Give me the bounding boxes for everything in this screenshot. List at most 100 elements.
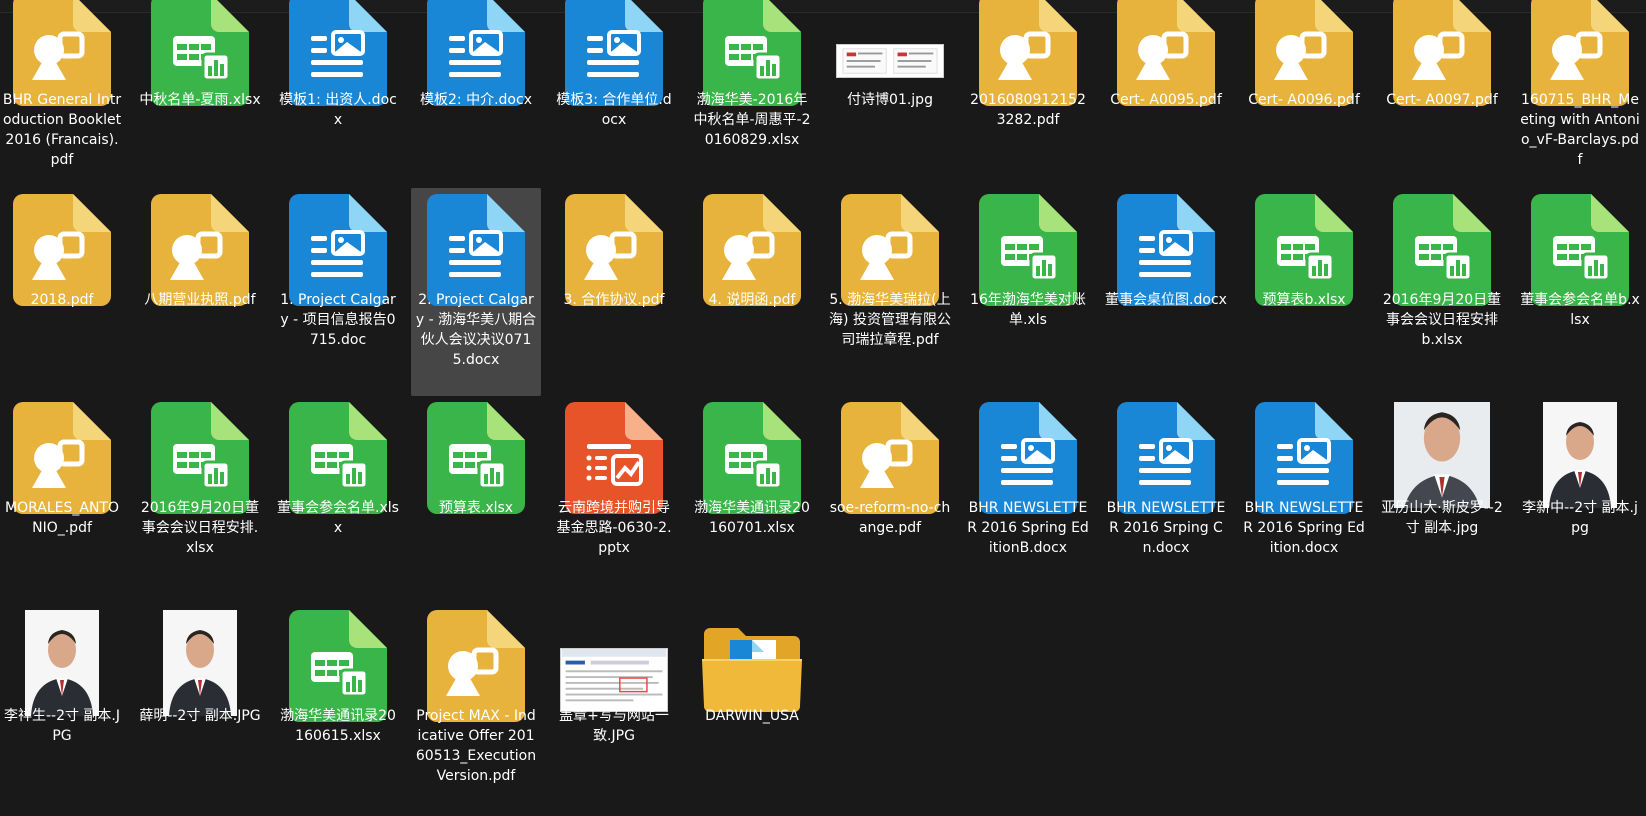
file-item[interactable]: 1. Project Calgary - 项目信息报告0715.doc xyxy=(273,188,403,396)
spreadsheet-file-icon xyxy=(273,390,403,514)
file-name-label: Project MAX - Indicative Offer 20160513_… xyxy=(415,708,537,784)
file-item[interactable]: 盖章+写与网站一致.JPG xyxy=(549,604,679,812)
file-name-label: 董事会桌位图.docx xyxy=(1105,292,1227,308)
file-name-label: 预算表b.xlsx xyxy=(1262,292,1346,308)
file-name-label: BHR NEWSLETTER 2016 Srping Cn.docx xyxy=(1106,500,1226,556)
document-file-icon xyxy=(1101,182,1231,306)
file-item[interactable]: 中秋名单-夏雨.xlsx xyxy=(135,0,265,208)
file-name-label: 模板2: 中介.docx xyxy=(420,92,532,108)
file-item[interactable]: 2. Project Calgary - 渤海华美八期合伙人会议决议0715.d… xyxy=(411,188,541,396)
file-name-label: 2016年9月20日董事会会议日程安排.xlsx xyxy=(140,500,260,556)
file-name-label: 薛明--2寸 副本.JPG xyxy=(139,708,261,724)
file-item[interactable]: 4. 说明函.pdf xyxy=(687,188,817,396)
portrait-photo-icon xyxy=(1515,390,1645,514)
file-item[interactable]: 模板3: 合作单位.docx xyxy=(549,0,679,208)
file-item[interactable]: BHR General Introduction Booklet 2016 (F… xyxy=(0,0,127,208)
file-name-label: 李祥生--2寸 副本.JPG xyxy=(3,708,121,744)
file-item[interactable]: 2016年9月20日董事会会议日程安排b.xlsx xyxy=(1377,188,1507,396)
portrait-photo-icon xyxy=(0,598,127,722)
file-name-label: 2016年9月20日董事会会议日程安排b.xlsx xyxy=(1382,292,1502,348)
spreadsheet-file-icon xyxy=(1515,182,1645,306)
file-name-label: 付诗博01.jpg xyxy=(847,92,933,108)
file-item[interactable]: Cert- A0097.pdf xyxy=(1377,0,1507,208)
file-name-label: soe-reform-no-change.pdf xyxy=(829,500,951,536)
pdf-file-icon xyxy=(825,390,955,514)
file-item[interactable]: 薛明--2寸 副本.JPG xyxy=(135,604,265,812)
document-file-icon xyxy=(963,390,1093,514)
file-item[interactable]: 160715_BHR_Meeting with Antonio_vF-Barcl… xyxy=(1515,0,1645,208)
file-item[interactable]: 渤海华美通讯录20160701.xlsx xyxy=(687,396,817,604)
file-item[interactable]: 亚历山大·斯皮罗--2寸 副本.jpg xyxy=(1377,396,1507,604)
file-item[interactable]: 渤海华美-2016年中秋名单-周惠平-20160829.xlsx xyxy=(687,0,817,208)
file-name-label: BHR General Introduction Booklet 2016 (F… xyxy=(2,92,122,168)
spreadsheet-file-icon xyxy=(135,390,265,514)
file-name-label: Cert- A0096.pdf xyxy=(1248,92,1360,108)
file-name-label: 董事会参会名单b.xlsx xyxy=(1520,292,1640,328)
file-name-label: 模板3: 合作单位.docx xyxy=(556,92,672,128)
file-name-label: 中秋名单-夏雨.xlsx xyxy=(139,92,261,108)
file-name-label: Cert- A0097.pdf xyxy=(1386,92,1498,108)
file-name-label: BHR NEWSLETTER 2016 Spring Edition.docx xyxy=(1243,500,1365,556)
file-name-label: 4. 说明函.pdf xyxy=(708,292,796,308)
portrait-photo-icon xyxy=(1377,390,1507,514)
file-name-label: 董事会参会名单.xlsx xyxy=(277,500,399,536)
file-name-label: 16年渤海华美对账单.xls xyxy=(970,292,1086,328)
file-item[interactable]: 3. 合作协议.pdf xyxy=(549,188,679,396)
file-name-label: BHR NEWSLETTER 2016 Spring EditionB.docx xyxy=(967,500,1089,556)
file-name-label: 渤海华美通讯录20160615.xlsx xyxy=(280,708,396,744)
pdf-file-icon xyxy=(0,182,127,306)
file-item[interactable]: 李新中--2寸 副本.jpg xyxy=(1515,396,1645,604)
file-item[interactable]: 20160809121523282.pdf xyxy=(963,0,1093,208)
file-name-label: 云南跨境并购引导基金思路-0630-2.pptx xyxy=(556,500,672,556)
file-name-label: 模板1: 出资人.docx xyxy=(279,92,397,128)
file-item[interactable]: 八期营业执照.pdf xyxy=(135,188,265,396)
file-item[interactable]: 预算表b.xlsx xyxy=(1239,188,1369,396)
file-item[interactable]: 16年渤海华美对账单.xls xyxy=(963,188,1093,396)
pdf-file-icon xyxy=(411,598,541,722)
file-item[interactable]: 渤海华美通讯录20160615.xlsx xyxy=(273,604,403,812)
file-item[interactable]: 付诗博01.jpg xyxy=(825,0,955,208)
file-name-label: 预算表.xlsx xyxy=(438,500,514,516)
file-item[interactable]: Cert- A0095.pdf xyxy=(1101,0,1231,208)
file-item[interactable]: Project MAX - Indicative Offer 20160513_… xyxy=(411,604,541,812)
file-item[interactable]: 董事会参会名单.xlsx xyxy=(273,396,403,604)
file-item[interactable]: soe-reform-no-change.pdf xyxy=(825,396,955,604)
file-name-label: 八期营业执照.pdf xyxy=(144,292,256,308)
folder-icon xyxy=(687,598,817,722)
document-file-icon xyxy=(1101,390,1231,514)
document-file-icon xyxy=(273,182,403,306)
file-name-label: MORALES_ANTONIO_.pdf xyxy=(5,500,119,536)
file-item[interactable]: BHR NEWSLETTER 2016 Spring Edition.docx xyxy=(1239,396,1369,604)
file-item[interactable]: MORALES_ANTONIO_.pdf xyxy=(0,396,127,604)
file-item[interactable]: BHR NEWSLETTER 2016 Srping Cn.docx xyxy=(1101,396,1231,604)
screenshot-thumbnail-icon xyxy=(549,598,679,722)
file-item[interactable]: 李祥生--2寸 副本.JPG xyxy=(0,604,127,812)
document-file-icon xyxy=(411,182,541,306)
portrait-photo-icon xyxy=(135,598,265,722)
spreadsheet-file-icon xyxy=(1239,182,1369,306)
document-file-icon xyxy=(1239,390,1369,514)
spreadsheet-file-icon xyxy=(1377,182,1507,306)
file-item[interactable]: 模板1: 出资人.docx xyxy=(273,0,403,208)
file-item[interactable]: 预算表.xlsx xyxy=(411,396,541,604)
file-item[interactable]: 董事会参会名单b.xlsx xyxy=(1515,188,1645,396)
pdf-file-icon xyxy=(135,182,265,306)
file-item[interactable]: 2016年9月20日董事会会议日程安排.xlsx xyxy=(135,396,265,604)
file-name-label: 李新中--2寸 副本.jpg xyxy=(1522,500,1638,536)
file-item[interactable]: 云南跨境并购引导基金思路-0630-2.pptx xyxy=(549,396,679,604)
file-item[interactable]: 5. 渤海华美瑞拉(上海) 投资管理有限公司瑞拉章程.pdf xyxy=(825,188,955,396)
file-name-label: 1. Project Calgary - 项目信息报告0715.doc xyxy=(280,292,396,348)
pdf-file-icon xyxy=(825,182,955,306)
presentation-file-icon xyxy=(549,390,679,514)
file-name-label: 160715_BHR_Meeting with Antonio_vF-Barcl… xyxy=(1520,92,1640,168)
file-item[interactable]: 董事会桌位图.docx xyxy=(1101,188,1231,396)
file-item[interactable]: BHR NEWSLETTER 2016 Spring EditionB.docx xyxy=(963,396,1093,604)
file-item[interactable]: 2018.pdf xyxy=(0,188,127,396)
file-name-label: 渤海华美-2016年中秋名单-周惠平-20160829.xlsx xyxy=(693,92,811,148)
file-item[interactable]: 模板2: 中介.docx xyxy=(411,0,541,208)
file-item[interactable]: Cert- A0096.pdf xyxy=(1239,0,1369,208)
folder-item[interactable]: DARWIN_USA xyxy=(687,604,817,812)
spreadsheet-file-icon xyxy=(687,390,817,514)
pdf-file-icon xyxy=(687,182,817,306)
file-name-label: 渤海华美通讯录20160701.xlsx xyxy=(694,500,810,536)
